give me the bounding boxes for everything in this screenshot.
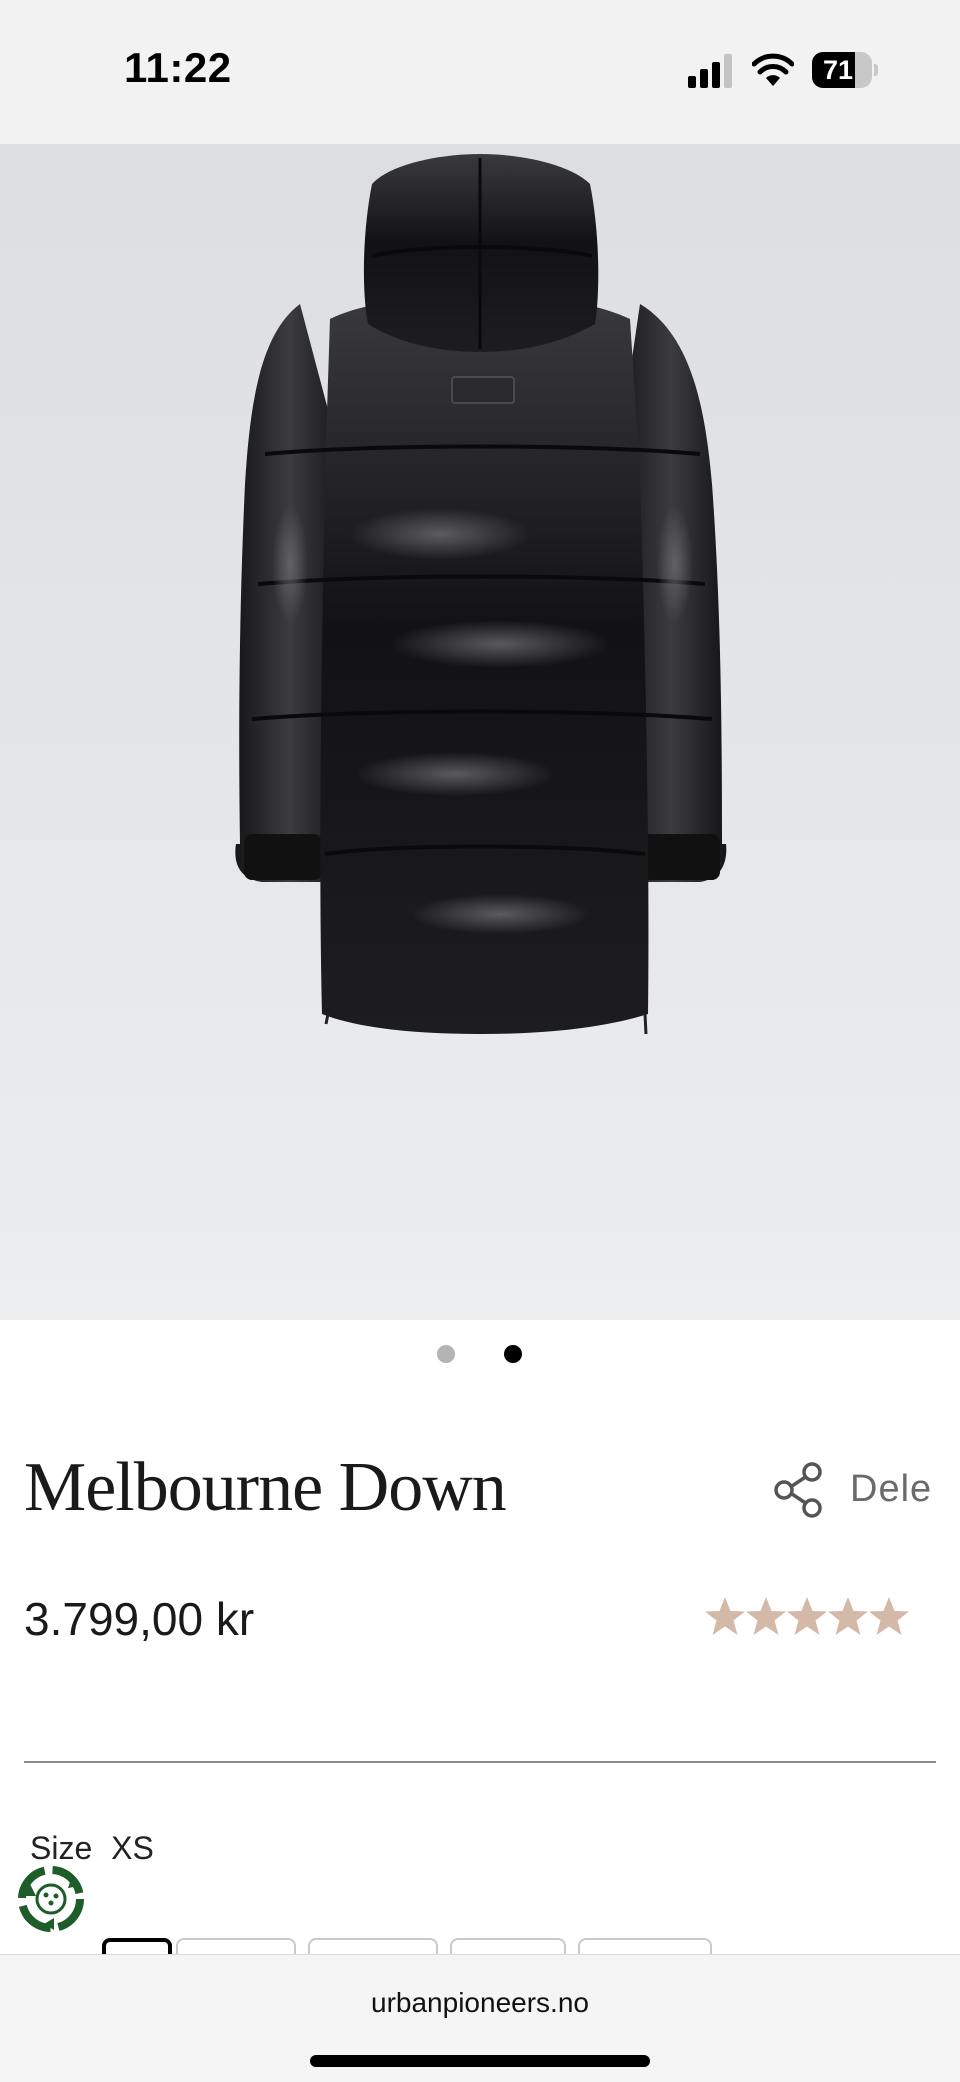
star-icon: [828, 1597, 868, 1635]
product-price: 3.799,00 kr: [24, 1593, 255, 1645]
eco-recycle-badge-icon[interactable]: [14, 1862, 88, 1936]
star-icon: [787, 1597, 827, 1635]
url-text[interactable]: urbanpioneers.no: [0, 1987, 960, 2019]
jacket-illustration: [235, 154, 727, 1035]
star-icon: [869, 1597, 909, 1635]
size-selected-value: XS: [111, 1830, 154, 1866]
star-icon: [705, 1597, 745, 1635]
star-icon: [746, 1597, 786, 1635]
battery-icon: 71: [812, 52, 878, 88]
carousel-dots: [0, 1345, 960, 1365]
wifi-icon: [752, 53, 794, 86]
share-label: Dele: [850, 1468, 933, 1510]
product-title: Melbourne Down: [24, 1449, 507, 1526]
home-indicator[interactable]: [310, 2055, 650, 2067]
status-time: 11:22: [124, 44, 232, 91]
size-options: [0, 1938, 960, 1972]
product-image[interactable]: [0, 144, 960, 1320]
cellular-signal-icon: [688, 54, 732, 88]
share-icon: [774, 1462, 822, 1518]
divider: [24, 1761, 936, 1763]
status-bar: 11:22 71: [0, 0, 960, 144]
carousel-dot-1[interactable]: [437, 1345, 455, 1363]
browser-address-bar[interactable]: urbanpioneers.no: [0, 1954, 960, 2082]
battery-level: 71: [822, 55, 854, 85]
share-button[interactable]: Dele: [772, 1460, 940, 1520]
star-rating[interactable]: [704, 1596, 914, 1644]
carousel-dot-2-active[interactable]: [504, 1345, 522, 1363]
